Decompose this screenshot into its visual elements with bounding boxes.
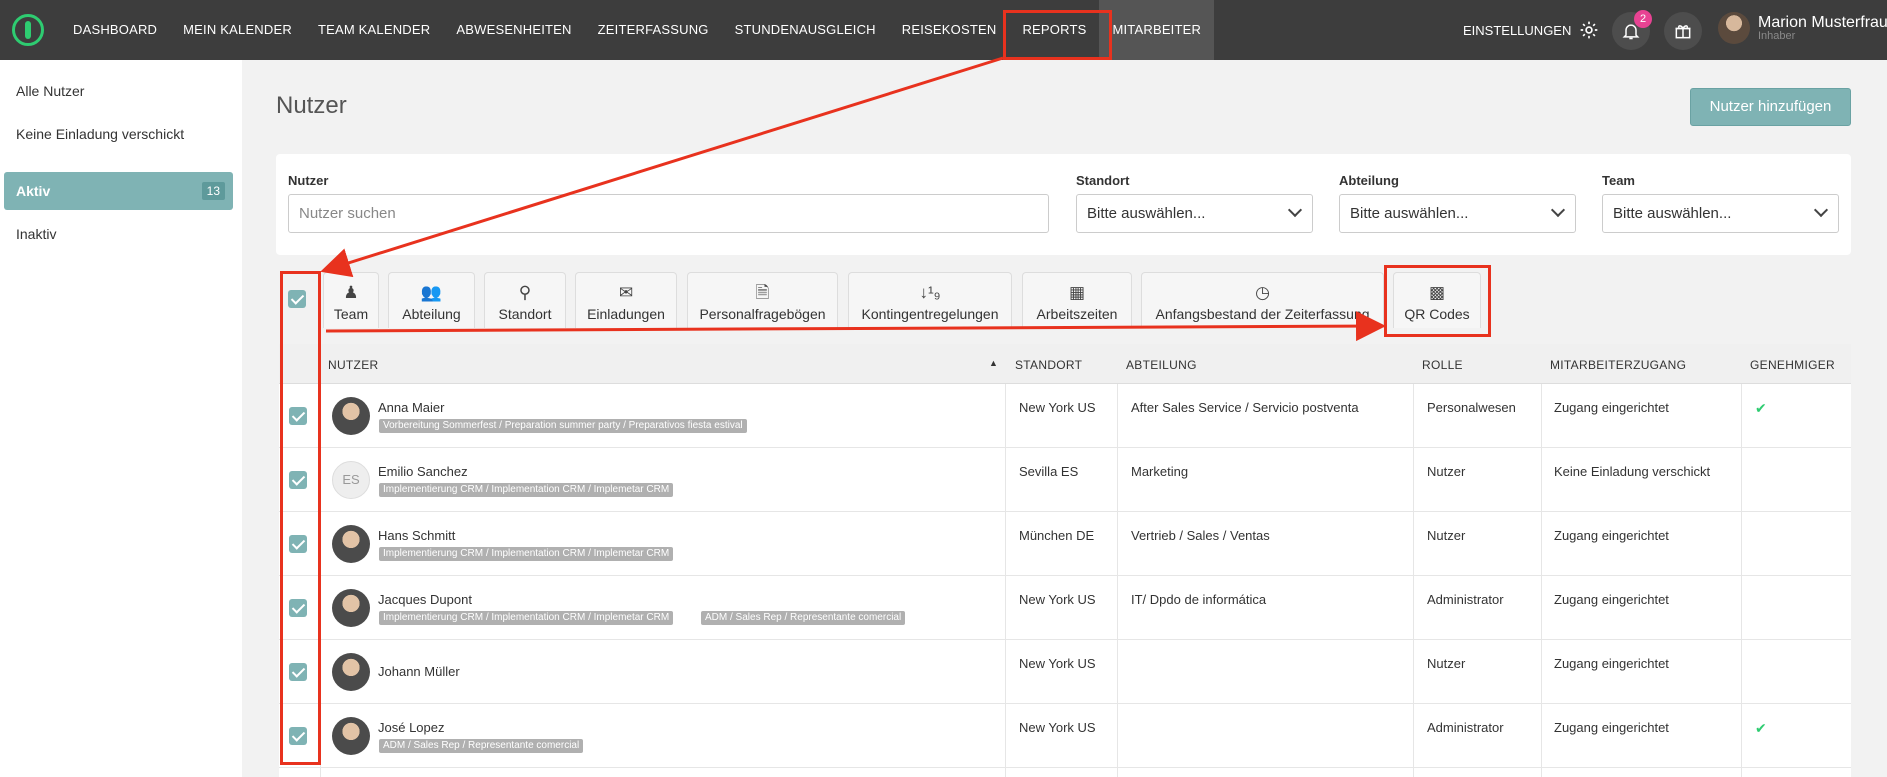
annotation-arrow-to-checkboxes bbox=[320, 56, 1004, 278]
annotation-arrow-to-qr-codes bbox=[325, 311, 1386, 342]
annotation-arrows bbox=[320, 56, 1386, 342]
